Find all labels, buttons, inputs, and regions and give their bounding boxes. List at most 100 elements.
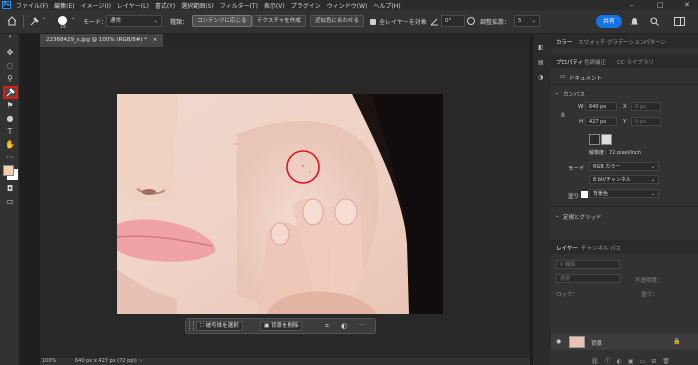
height-label: H: [579, 119, 584, 125]
tab-channels[interactable]: チャンネル: [581, 244, 608, 252]
quick-selection-tool-icon[interactable]: ⚲: [4, 74, 16, 84]
layer-row-background[interactable]: ◉ 背景 🔒: [551, 334, 698, 350]
fill-swatch[interactable]: [581, 191, 588, 198]
move-tool-icon[interactable]: ✥: [4, 48, 16, 58]
lock-label: ロック：: [556, 292, 579, 298]
properties-panel-icon[interactable]: ▤: [538, 59, 544, 66]
photo-canvas[interactable]: [117, 94, 443, 314]
eye-icon[interactable]: ◉: [556, 338, 561, 345]
image-icon: ▣: [264, 323, 270, 329]
quick-mask-icon[interactable]: ◘: [4, 184, 16, 194]
menu-file[interactable]: ファイル(F): [16, 1, 48, 10]
menu-view[interactable]: 表示(V): [264, 1, 285, 10]
menu-layer[interactable]: レイヤー(L): [117, 1, 149, 10]
menu-type[interactable]: 書式(Y): [155, 1, 175, 10]
home-icon[interactable]: [7, 16, 17, 26]
tab-paths[interactable]: パス: [610, 244, 621, 252]
toolbar-collapse-icon[interactable]: »: [4, 35, 16, 45]
adjustments-panel-icon[interactable]: ◑: [538, 74, 543, 81]
close-tab-icon[interactable]: ×: [153, 37, 158, 43]
workspace-icon[interactable]: [674, 17, 685, 26]
close-button[interactable]: ✕: [684, 1, 690, 9]
select-subject-button[interactable]: ⛶ 被写体を選択: [196, 321, 243, 331]
pressure-size-icon[interactable]: [466, 16, 476, 26]
y-field[interactable]: 0 px: [631, 117, 661, 126]
menu-filter[interactable]: フィルター(T): [220, 1, 258, 10]
type-tool-icon[interactable]: T: [4, 127, 16, 137]
width-field[interactable]: 640 px: [585, 102, 617, 111]
bell-icon[interactable]: [630, 17, 639, 27]
tab-swatches[interactable]: スウォッチ: [578, 38, 606, 46]
crop-icon[interactable]: ⌗: [325, 322, 329, 331]
document-tab[interactable]: 22368429_s.jpg @ 100% (RGB/8#) * ×: [40, 34, 164, 47]
options-bar: ⌄ 19 ⌄ モード： 通常 ⌄ 種類： コンテンツに応じる テクスチャを作成 近…: [0, 10, 698, 34]
screen-mode-icon[interactable]: ▭: [4, 197, 16, 207]
tab-properties[interactable]: プロパティ: [556, 58, 583, 66]
lasso-tool-icon[interactable]: ◌: [4, 61, 16, 71]
minimize-button[interactable]: –: [630, 1, 634, 9]
panel-icon-strip: ◧ ▤ ◑: [533, 34, 551, 365]
landscape-orientation-icon[interactable]: [601, 134, 612, 145]
layer-actions-bar[interactable]: ⛓ⓕ◐▣▭⊞🗑: [591, 356, 676, 365]
share-button[interactable]: 共有: [596, 15, 622, 28]
lock-icon: 🔒: [673, 338, 681, 345]
mode-select[interactable]: 通常 ⌄: [106, 15, 162, 27]
height-field[interactable]: 427 px: [585, 117, 617, 126]
stamp-tool-icon[interactable]: ⚑: [4, 101, 16, 111]
select-subject-icon: ⛶: [200, 323, 204, 329]
brush-picker-chevron-icon[interactable]: ⌄: [71, 15, 75, 21]
healing-brush-tool-highlight[interactable]: [3, 86, 18, 99]
restore-button[interactable]: □: [657, 1, 664, 9]
tab-patterns[interactable]: パターン: [644, 38, 666, 46]
brush-preview-icon[interactable]: [58, 16, 67, 25]
tool-preset-chevron-icon[interactable]: ⌄: [42, 15, 46, 21]
more-options-icon[interactable]: ···: [359, 322, 365, 329]
hand-tool-icon[interactable]: ✋: [4, 140, 16, 150]
create-texture-button[interactable]: テクスチャを作成: [252, 15, 306, 27]
blend-mode-select[interactable]: 通常: [556, 274, 620, 283]
history-panel-icon[interactable]: ◧: [538, 44, 544, 51]
tab-gradients[interactable]: グラデーション: [607, 38, 645, 46]
angle-input[interactable]: 0°: [441, 15, 465, 27]
status-chevron-icon[interactable]: ›: [140, 358, 142, 365]
menu-window[interactable]: ウィンドウ(W): [327, 1, 368, 10]
fill-select[interactable]: 背景色 ⌄: [589, 189, 659, 198]
bit-depth-select[interactable]: 8 bit/チャンネル ⌄: [589, 175, 659, 184]
menu-help[interactable]: ヘルプ(H): [373, 1, 400, 10]
foreground-color-swatch[interactable]: [3, 165, 14, 176]
remove-background-button[interactable]: ▣ 背景を削除: [260, 321, 303, 331]
canvas-collapse-icon[interactable]: ⌄: [555, 90, 559, 96]
portrait-orientation-icon[interactable]: [589, 134, 600, 145]
y-label: Y: [623, 119, 627, 125]
dodge-tool-icon[interactable]: ●: [4, 114, 16, 124]
tab-color[interactable]: カラー: [556, 38, 573, 46]
layer-thumbnail: [569, 336, 585, 348]
sample-all-layers-checkbox[interactable]: [370, 19, 376, 25]
guides-expand-icon[interactable]: ⌄: [555, 213, 559, 219]
layer-filter-kind[interactable]: ⚲ 種類: [556, 260, 620, 269]
search-icon[interactable]: [650, 17, 659, 26]
zoom-level[interactable]: 100%: [42, 358, 56, 365]
healing-brush-tool-icon[interactable]: [29, 16, 40, 27]
content-aware-button[interactable]: コンテンツに応じる: [192, 15, 252, 27]
link-icon[interactable]: 8: [561, 112, 565, 119]
diffusion-select[interactable]: 5 ⌄: [514, 15, 540, 27]
status-bar: 100% 640 px x 427 px (72 ppi) ›: [40, 358, 530, 365]
menu-select[interactable]: 選択範囲(S): [181, 1, 214, 10]
menu-edit[interactable]: 編集(E): [54, 1, 74, 10]
tab-cc-libraries[interactable]: CC ライブラリ: [617, 58, 654, 66]
x-field[interactable]: 0 px: [631, 102, 661, 111]
menu-plugins[interactable]: プラグイン: [291, 1, 321, 10]
sample-all-layers-label: 全レイヤーを対象: [379, 19, 427, 26]
fill-opacity-label: 塗り：: [641, 292, 658, 298]
proximity-match-button[interactable]: 近似色に合わせる: [310, 15, 365, 27]
adjustment-icon[interactable]: ◐: [341, 322, 347, 330]
canvas-header: カンバス: [563, 92, 586, 98]
menu-image[interactable]: イメージ(I): [81, 1, 111, 10]
document-tabs: 22368429_s.jpg @ 100% (RGB/8#) * ×: [40, 34, 530, 47]
color-mode-select[interactable]: RGB カラー ⌄: [589, 162, 659, 171]
drag-handle-icon[interactable]: [189, 321, 194, 331]
tab-adjustments[interactable]: 色調補正: [584, 58, 606, 66]
more-tools-icon[interactable]: ···: [4, 153, 16, 163]
tab-layers[interactable]: レイヤー: [556, 244, 578, 252]
